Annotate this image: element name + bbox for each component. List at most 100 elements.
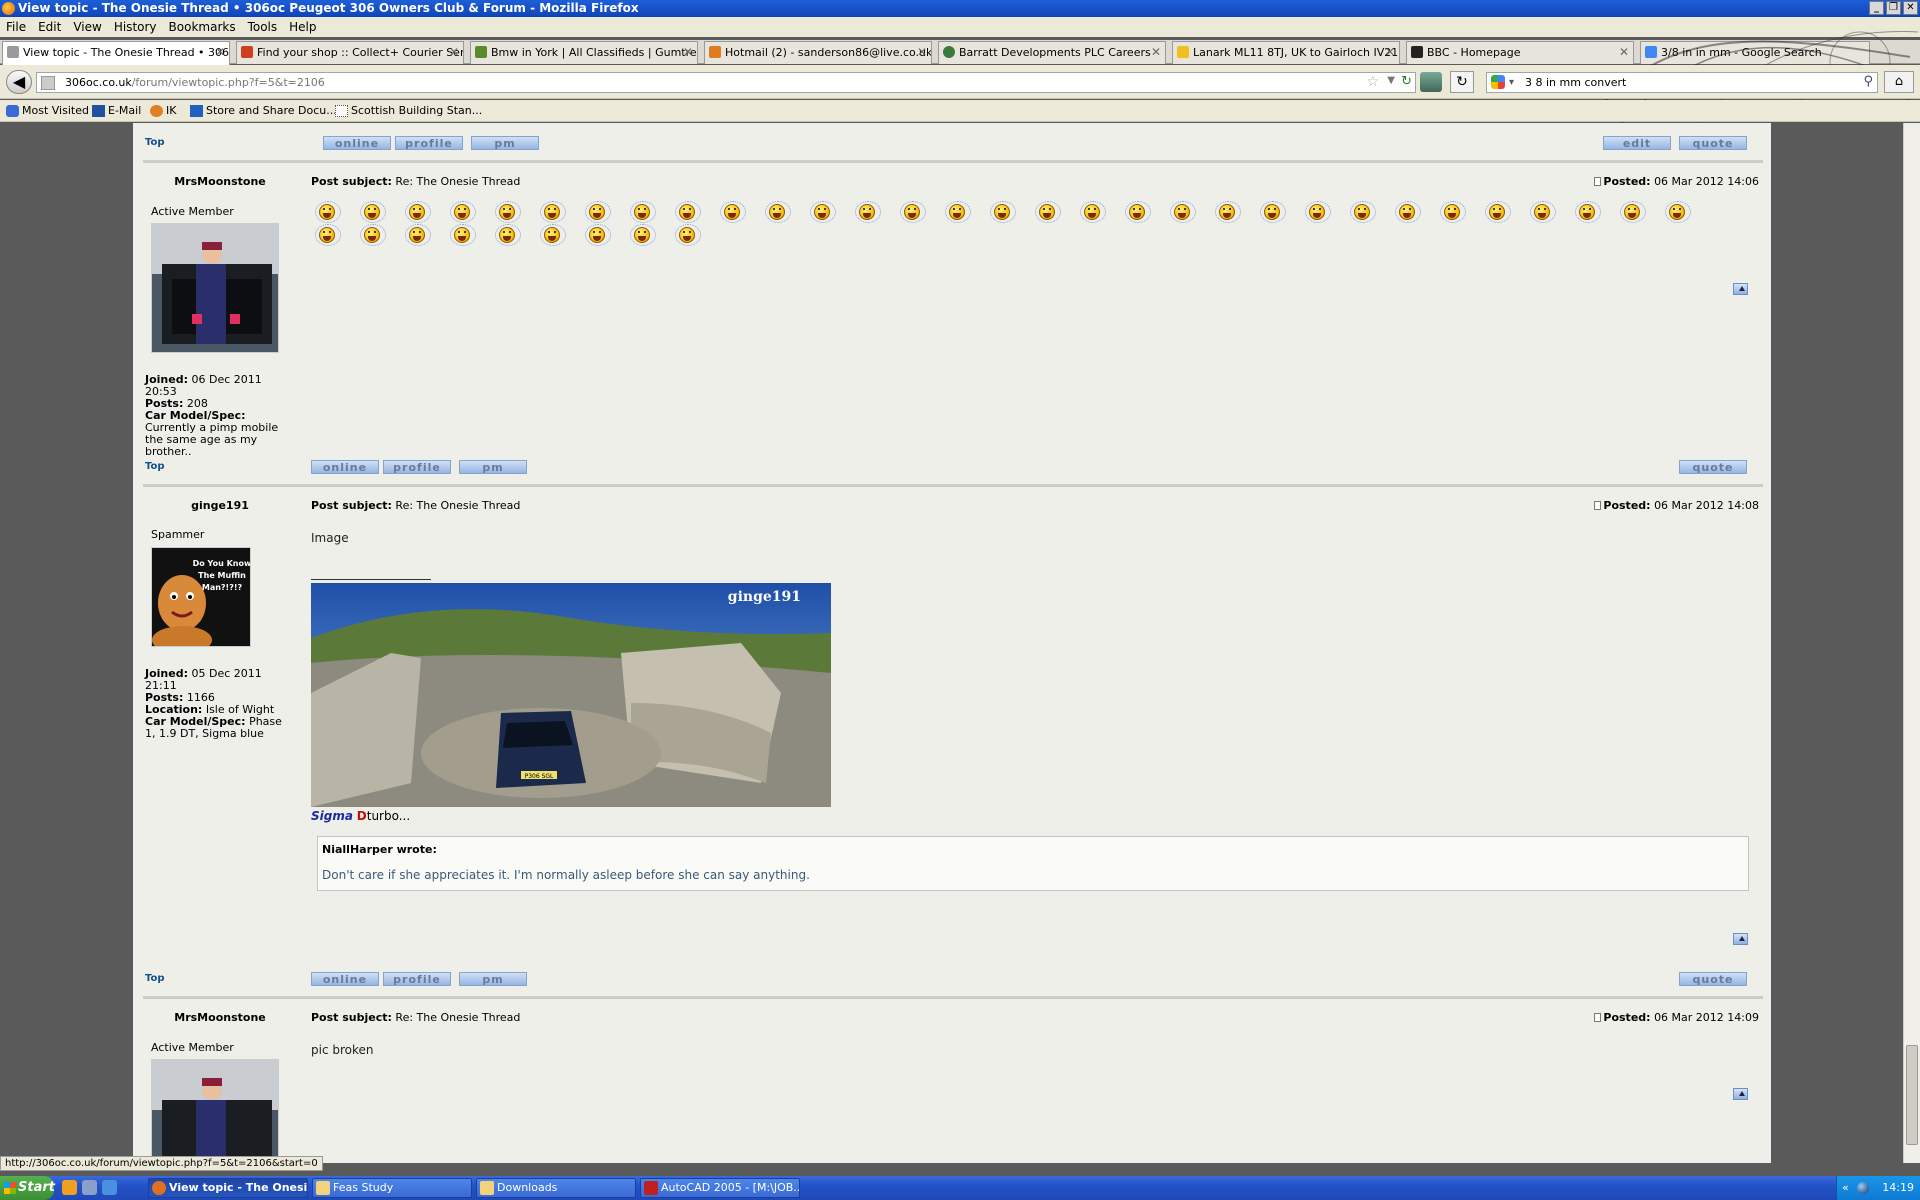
profile-button[interactable]: profile (383, 972, 451, 986)
bookmark-scottish-building[interactable]: Scottish Building Stan... (333, 100, 482, 122)
edit-button[interactable]: edit (1603, 136, 1671, 150)
folder-icon (480, 1181, 494, 1195)
menu-tools[interactable]: Tools (242, 17, 284, 37)
back-button[interactable]: ◀ (6, 70, 32, 94)
start-button[interactable]: Start (0, 1176, 55, 1200)
post-link-icon[interactable] (1594, 177, 1602, 186)
search-engine-dropdown-icon[interactable]: ▾ (1509, 73, 1514, 92)
url-dropdown-icon[interactable]: ▼ (1387, 75, 1395, 86)
menu-help[interactable]: Help (283, 17, 322, 37)
bookmark-ik[interactable]: IK (148, 100, 176, 122)
close-tab-icon[interactable]: ✕ (449, 42, 459, 63)
tab-barratt[interactable]: Barratt Developments PLC Careers ✕ (938, 41, 1166, 64)
close-tab-icon[interactable]: ✕ (215, 42, 225, 63)
online-button[interactable]: online (311, 972, 379, 986)
menu-edit[interactable]: Edit (32, 17, 67, 37)
minimize-button[interactable]: _ (1869, 1, 1884, 15)
clock[interactable]: 14:19 (1882, 1176, 1914, 1200)
search-input[interactable]: 3 8 in mm convert (1525, 73, 1626, 92)
network-icon[interactable] (1857, 1182, 1869, 1194)
tab-favicon (943, 46, 955, 58)
laughing-smiley-icon (1440, 201, 1466, 223)
bookmark-email[interactable]: E-Mail (90, 100, 141, 122)
avatar: Do You Know The Muffin Man?!?!? (151, 547, 251, 647)
task-downloads[interactable]: Downloads (476, 1178, 636, 1198)
search-box[interactable]: ▾ 3 8 in mm convert ⚲ (1486, 72, 1878, 93)
close-tab-icon[interactable]: ✕ (1619, 42, 1629, 63)
signature-image: P306 SGL ginge191 (311, 583, 831, 807)
online-button[interactable]: online (311, 460, 379, 474)
tab-collect-plus[interactable]: Find your shop :: Collect+ Courier Ser..… (236, 41, 464, 64)
post-divider (143, 160, 1763, 163)
profile-button[interactable]: profile (395, 136, 463, 150)
scrollbar-thumb[interactable] (1906, 1045, 1918, 1145)
top-link[interactable]: Top (145, 973, 165, 984)
laughing-smiley-icon (450, 224, 476, 246)
quicklaunch-icon[interactable] (82, 1180, 97, 1195)
tray-expand-icon[interactable]: « (1842, 1176, 1849, 1200)
search-icon[interactable]: ⚲ (1863, 74, 1873, 89)
post-author[interactable]: MrsMoonstone (145, 175, 295, 188)
tab-hotmail[interactable]: Hotmail (2) - sanderson86@live.co.uk... … (704, 41, 932, 64)
online-button[interactable]: online (323, 136, 391, 150)
task-feas-study[interactable]: Feas Study (312, 1178, 472, 1198)
post-link-icon[interactable] (1594, 501, 1602, 510)
top-link[interactable]: Top (145, 137, 165, 148)
reload-icon[interactable]: ↻ (1401, 74, 1412, 89)
close-tab-icon[interactable]: ✕ (1385, 42, 1395, 63)
quote-button[interactable]: quote (1679, 972, 1747, 986)
back-to-top-icon[interactable] (1733, 283, 1748, 295)
pm-button[interactable]: pm (459, 972, 527, 986)
post-subject: Post subject: Re: The Onesie Thread (311, 499, 521, 512)
menu-bookmarks[interactable]: Bookmarks (163, 17, 242, 37)
navigation-toolbar: ◀ 306oc.co.uk/forum/viewtopic.php?f=5&t=… (0, 65, 1920, 99)
post-author[interactable]: ginge191 (145, 499, 295, 512)
laughing-smiley-icon (540, 201, 566, 223)
menu-file[interactable]: File (0, 17, 32, 37)
quote-button[interactable]: quote (1679, 136, 1747, 150)
back-to-top-icon[interactable] (1733, 1088, 1748, 1100)
url-bar[interactable]: 306oc.co.uk/forum/viewtopic.php?f=5&t=21… (36, 72, 1416, 93)
close-tab-icon[interactable]: ✕ (683, 42, 693, 63)
google-icon[interactable] (1491, 75, 1505, 89)
quicklaunch-icon[interactable] (62, 1180, 77, 1195)
close-tab-icon[interactable]: ✕ (1151, 42, 1161, 63)
home-button[interactable]: ⌂ (1884, 71, 1914, 93)
menu-bar: File Edit View History Bookmarks Tools Help (0, 17, 1920, 37)
quicklaunch-icon[interactable] (102, 1180, 117, 1195)
addon-button[interactable] (1420, 72, 1442, 92)
autocad-icon (644, 1181, 658, 1195)
menu-view[interactable]: View (67, 17, 107, 37)
task-autocad[interactable]: AutoCAD 2005 - [M:\JOB... (640, 1178, 800, 1198)
restore-button[interactable]: ❐ (1886, 1, 1901, 15)
post-divider (143, 484, 1763, 487)
firefox-icon (2, 2, 15, 15)
quote-button[interactable]: quote (1679, 460, 1747, 474)
pm-button[interactable]: pm (471, 136, 539, 150)
bookmark-most-visited[interactable]: Most Visited (4, 100, 89, 122)
menu-history[interactable]: History (108, 17, 163, 37)
profile-button[interactable]: profile (383, 460, 451, 474)
number-plate-text: P306 SGL (525, 773, 554, 780)
tab-maps[interactable]: Lanark ML11 8TJ, UK to Gairloch IV21 ...… (1172, 41, 1400, 64)
close-tab-icon[interactable]: ✕ (917, 42, 927, 63)
vertical-scrollbar[interactable] (1903, 123, 1920, 1163)
close-window-button[interactable]: ✕ (1903, 1, 1918, 15)
tab-google-search[interactable]: 3/8 in in mm - Google Search (1640, 41, 1870, 64)
post-link-icon[interactable] (1594, 1013, 1602, 1022)
tab-view-topic[interactable]: View topic - The Onesie Thread • 306... … (2, 41, 230, 65)
site-identity-icon[interactable] (41, 76, 55, 90)
bookmark-store-share[interactable]: Store and Share Docu... (188, 100, 337, 122)
post-author[interactable]: MrsMoonstone (145, 1011, 295, 1024)
task-firefox[interactable]: View topic - The Onesi... (148, 1178, 308, 1198)
tab-bbc[interactable]: BBC - Homepage ✕ (1406, 41, 1634, 64)
tab-gumtree[interactable]: Bmw in York | All Classifieds | Gumtree.… (470, 41, 698, 64)
laughing-smiley-icon (900, 201, 926, 223)
laughing-smiley-icon (495, 201, 521, 223)
pm-button[interactable]: pm (459, 460, 527, 474)
back-to-top-icon[interactable] (1733, 933, 1748, 945)
reload-button[interactable]: ↻ (1450, 71, 1474, 93)
top-link[interactable]: Top (145, 461, 165, 472)
bookmark-star-icon[interactable]: ☆ (1366, 74, 1379, 90)
quote-text: Don't care if she appreciates it. I'm no… (322, 868, 810, 882)
